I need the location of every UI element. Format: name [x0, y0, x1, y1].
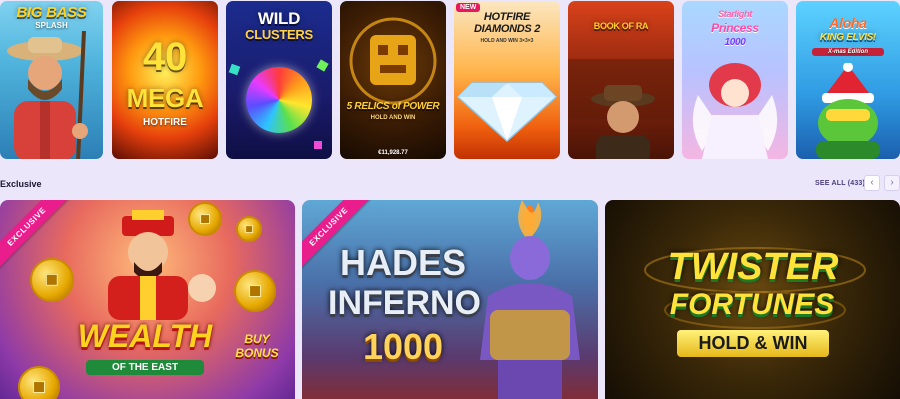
game-tagline: HOTFIRE — [143, 117, 187, 128]
top-games-row: BIG BASS SPLASH 40 MEGA HOTFIRE WILD CLU… — [0, 0, 900, 162]
diamond-icon — [456, 82, 558, 143]
game-subtitle: Princess — [711, 21, 759, 35]
princess-icon — [692, 63, 778, 159]
game-tagline: HOLD & WIN — [677, 330, 829, 357]
buy-bonus-badge: BUY BONUS — [235, 332, 279, 360]
game-tagline: 1000 — [362, 326, 444, 367]
gem-icon — [228, 63, 241, 76]
game-subtitle: KING ELVIS! — [819, 32, 877, 43]
gem-icon — [316, 59, 329, 72]
coin-icon — [30, 258, 74, 302]
exclusive-games-row: WEALTH OF THE EAST BUY BONUS EXCLUSIVE H… — [0, 200, 900, 399]
game-subtitle: OF THE EAST — [86, 360, 204, 375]
game-title: Starlight — [718, 9, 752, 19]
coin-icon — [18, 366, 60, 399]
coin-icon — [236, 216, 262, 242]
chevron-left-icon[interactable]: ‹ — [864, 175, 880, 191]
game-tile-40-mega-hotfire[interactable]: 40 MEGA HOTFIRE — [112, 1, 218, 159]
game-subtitle: MEGA — [126, 83, 204, 113]
jackpot-amount: €11,928.77 — [378, 150, 408, 156]
game-tile-wealth-of-the-east[interactable]: WEALTH OF THE EAST BUY BONUS EXCLUSIVE — [0, 200, 295, 399]
game-title: HOTFIRE — [483, 11, 531, 23]
game-subtitle: SPLASH — [35, 21, 68, 30]
game-tagline: 1000 — [724, 37, 746, 48]
game-subtitle: DIAMONDS 2 — [473, 23, 541, 35]
game-subtitle: CLUSTERS — [245, 27, 313, 42]
game-tile-hotfire-diamonds-2[interactable]: NEW HOTFIRE DIAMONDS 2 HOLD AND WIN 3×3×… — [454, 1, 560, 159]
game-title: Aloha — [829, 15, 867, 31]
fisherman-icon — [7, 31, 88, 159]
coin-icon — [234, 270, 276, 312]
see-all-link[interactable]: SEE ALL (433) — [815, 180, 865, 187]
game-tile-aloha-king-elvis[interactable]: Aloha KING ELVIS! X-mas Edition — [796, 1, 900, 159]
frog-icon — [816, 63, 880, 159]
section-title: Exclusive — [0, 179, 42, 189]
game-title: HADES — [339, 242, 467, 283]
chevron-right-icon[interactable]: › — [884, 175, 900, 191]
explorer-icon — [568, 59, 674, 159]
game-title: WEALTH — [77, 318, 213, 354]
game-tile-hades-inferno-1000[interactable]: HADES INFERNO 1000 EXCLUSIVE — [302, 200, 598, 399]
game-title: BOOK OF RA — [593, 21, 649, 31]
game-tile-book-of-ra[interactable]: BOOK OF RA — [568, 1, 674, 159]
game-tagline: X-mas Edition — [812, 48, 884, 56]
game-subtitle: HOLD AND WIN — [370, 115, 416, 121]
game-subtitle: FORTUNES — [669, 288, 835, 321]
game-title: 5 RELICS of POWER — [346, 101, 440, 112]
idol-icon — [349, 17, 437, 105]
color-wheel-icon — [246, 67, 312, 133]
game-tile-wild-clusters[interactable]: WILD CLUSTERS — [226, 1, 332, 159]
game-tile-twister-fortunes[interactable]: TWISTER FORTUNES HOLD & WIN — [605, 200, 900, 399]
game-subtitle: INFERNO — [328, 284, 481, 322]
hades-icon — [480, 200, 580, 399]
game-tagline: HOLD AND WIN 3×3×3 — [480, 38, 534, 44]
game-tile-big-bass-splash[interactable]: BIG BASS SPLASH — [0, 1, 103, 159]
game-title: WILD — [257, 9, 301, 28]
exclusive-section-header: Exclusive SEE ALL (433) ‹ › — [0, 171, 900, 197]
emperor-icon — [108, 210, 216, 320]
game-title: BIG BASS — [16, 4, 87, 21]
game-title: TWISTER — [667, 246, 839, 288]
gem-icon — [314, 141, 322, 149]
game-tile-5-relics-of-power[interactable]: 5 RELICS of POWER HOLD AND WIN €11,928.7… — [340, 1, 446, 159]
game-tile-starlight-princess-1000[interactable]: Starlight Princess 1000 — [682, 1, 788, 159]
game-title: 40 — [143, 35, 187, 79]
